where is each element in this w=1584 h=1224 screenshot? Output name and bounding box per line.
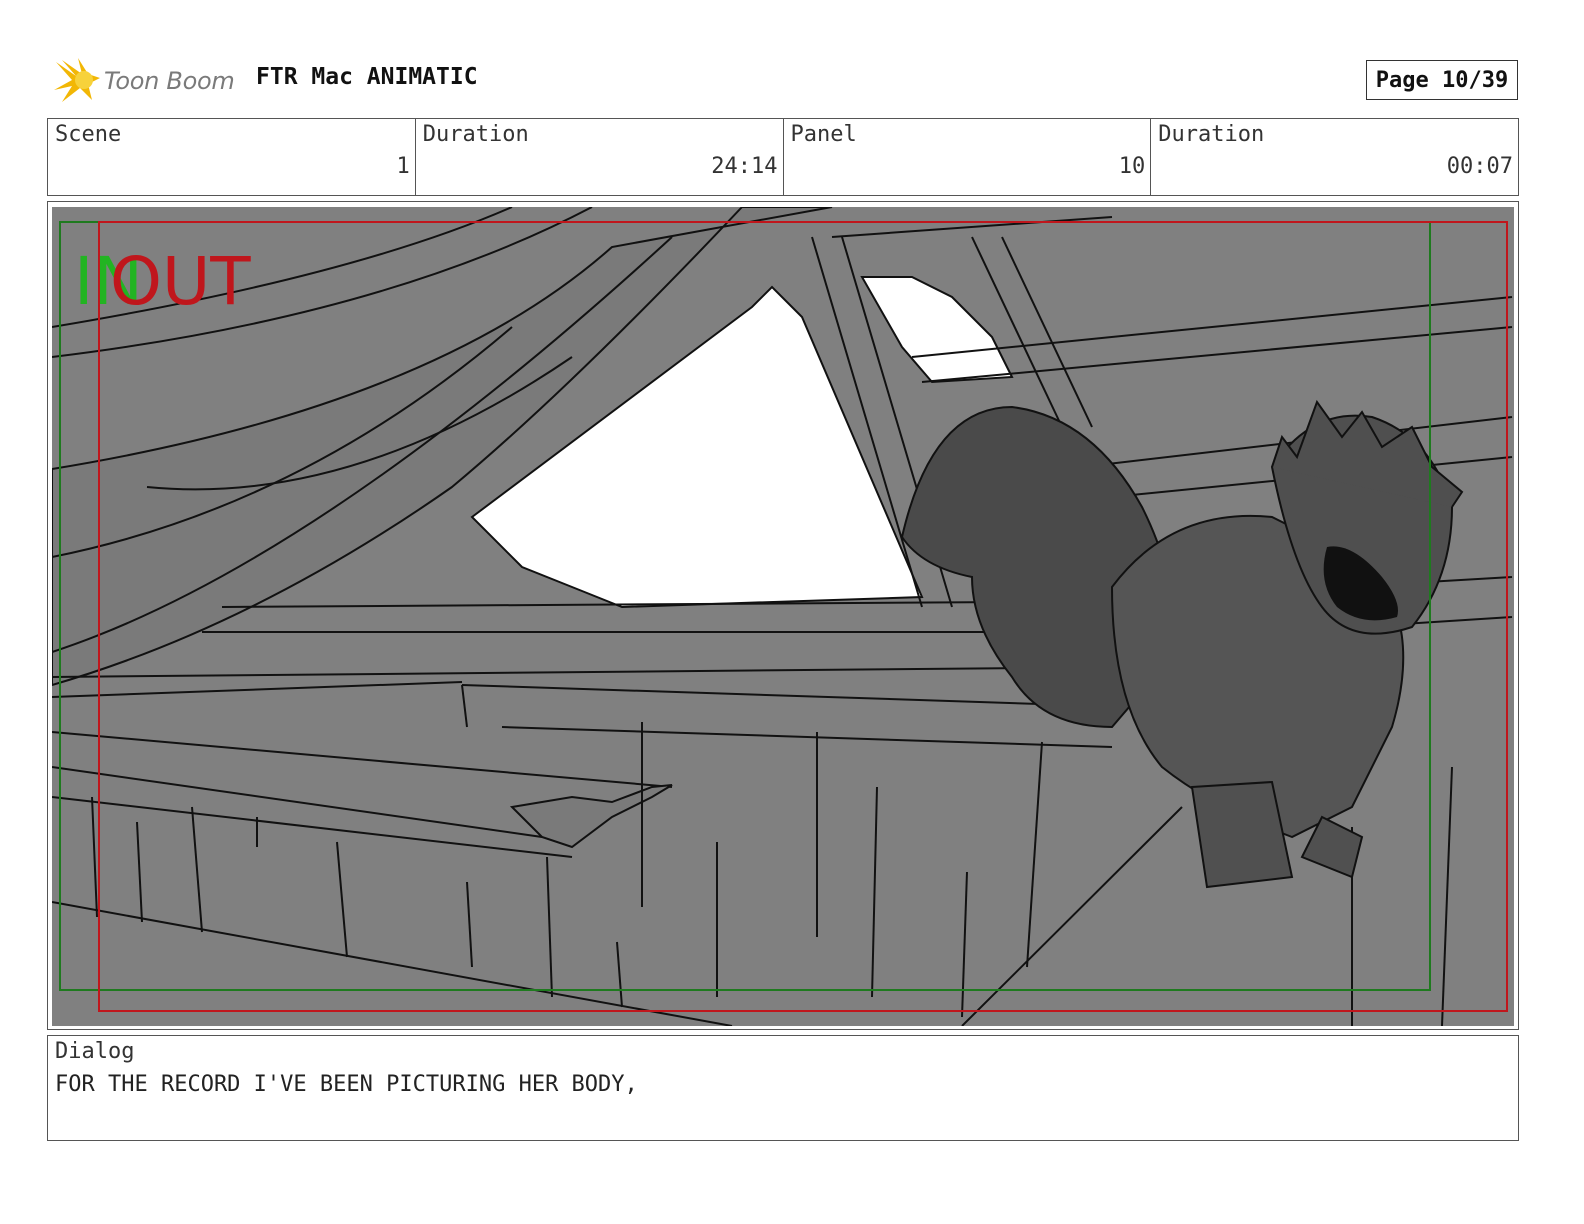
- scene-value: 1: [396, 154, 410, 179]
- scene-cell: Scene 1: [48, 119, 416, 195]
- panel-label: Panel: [790, 122, 857, 147]
- scene-duration-cell: Duration 24:14: [416, 119, 784, 195]
- logo-text: Toon Boom: [104, 67, 235, 95]
- out-marker: OUT: [110, 243, 251, 320]
- storyboard-frame: IN OUT: [47, 201, 1519, 1030]
- toon-boom-logo: Toon Boom: [52, 56, 235, 106]
- starburst-icon: [54, 58, 100, 102]
- panel-duration-label: Duration: [1158, 122, 1265, 147]
- scene-label: Scene: [55, 122, 122, 147]
- panel-value: 10: [1118, 154, 1146, 179]
- dialog-box: Dialog FOR THE RECORD I'VE BEEN PICTURIN…: [47, 1035, 1519, 1141]
- dialog-text: FOR THE RECORD I'VE BEEN PICTURING HER B…: [55, 1072, 638, 1097]
- storyboard-drawing: IN OUT: [52, 207, 1514, 1026]
- panel-duration-value: 00:07: [1446, 154, 1513, 179]
- scene-duration-label: Duration: [422, 122, 529, 147]
- scene-duration-value: 24:14: [711, 154, 778, 179]
- dialog-label: Dialog: [55, 1039, 135, 1064]
- panel-duration-cell: Duration 00:07: [1151, 119, 1518, 195]
- project-title: FTR Mac ANIMATIC: [256, 64, 478, 90]
- panel-cell: Panel 10: [784, 119, 1152, 195]
- page-indicator: Page 10/39: [1366, 60, 1518, 100]
- panel-info-table: Scene 1 Duration 24:14 Panel 10 Duration…: [47, 118, 1519, 196]
